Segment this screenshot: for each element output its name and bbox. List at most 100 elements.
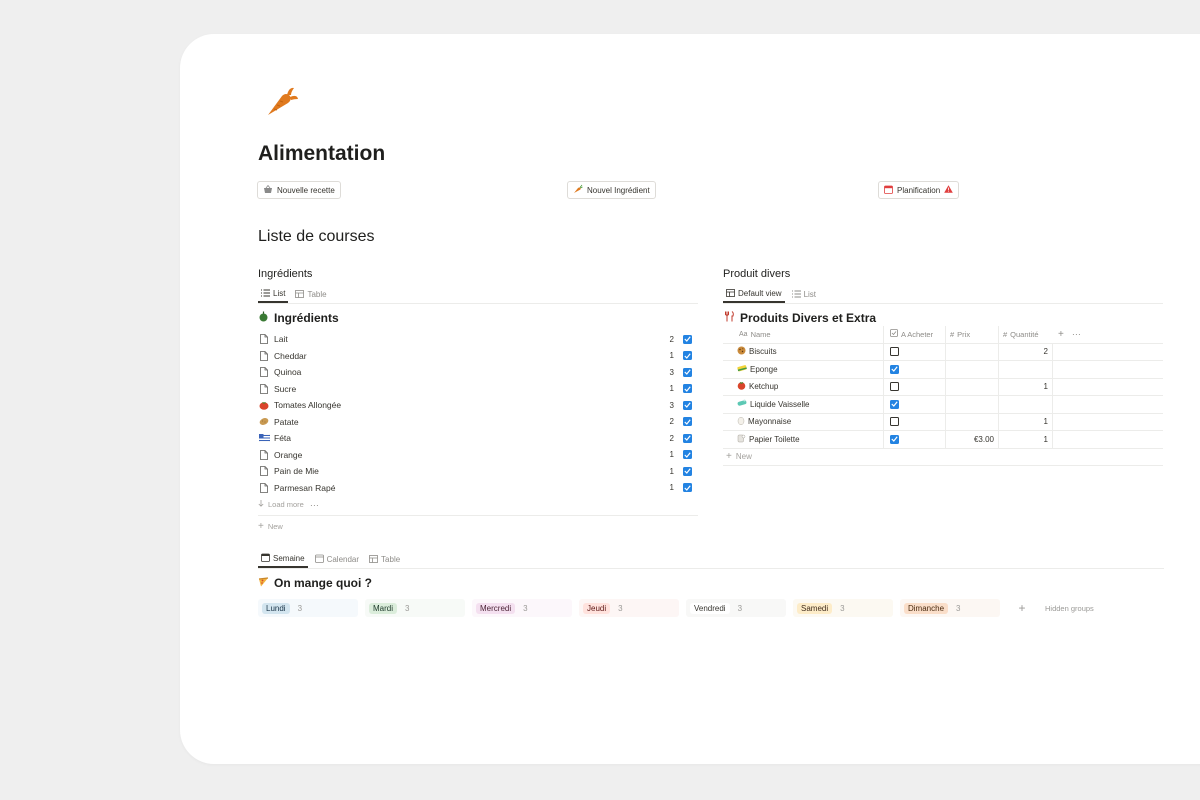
- cell-prix[interactable]: [945, 413, 998, 430]
- item-qty: 3: [669, 400, 674, 410]
- tab-table[interactable]: Table: [366, 551, 403, 568]
- notion-window: Alimentation Nouvelle recette Nouvel Ing…: [180, 34, 1200, 764]
- more-icon[interactable]: ···: [1072, 329, 1081, 339]
- group-dimanche[interactable]: Dimanche 3: [900, 599, 1000, 617]
- item-checkbox[interactable]: [683, 400, 692, 410]
- tab-list[interactable]: List: [258, 286, 289, 303]
- add-row-button[interactable]: + New: [723, 449, 1163, 466]
- table-row[interactable]: Ketchup 1: [723, 378, 1163, 396]
- group-vendredi[interactable]: Vendredi 3: [686, 599, 786, 617]
- new-ingredient-button[interactable]: Nouvel Ingrédient: [567, 181, 656, 199]
- basket-icon: [263, 184, 273, 196]
- cell-prix[interactable]: [945, 378, 998, 395]
- col-prix-label: Prix: [957, 329, 971, 339]
- item-checkbox[interactable]: [683, 384, 692, 394]
- group-mercredi[interactable]: Mercredi 3: [472, 599, 572, 617]
- group-lundi[interactable]: Lundi 3: [258, 599, 358, 617]
- new-recipe-button[interactable]: Nouvelle recette: [257, 181, 341, 199]
- list-item[interactable]: Parmesan Rapé 1: [258, 480, 698, 497]
- tab-default-view[interactable]: Default view: [723, 286, 785, 303]
- cell-quantite[interactable]: [998, 396, 1052, 413]
- item-checkbox[interactable]: [683, 433, 692, 443]
- row-checkbox[interactable]: [890, 364, 899, 374]
- group-jeudi[interactable]: Jeudi 3: [579, 599, 679, 617]
- item-checkbox[interactable]: [683, 367, 692, 377]
- list-item[interactable]: Sucre 1: [258, 381, 698, 398]
- item-name: Orange: [274, 449, 303, 460]
- row-checkbox[interactable]: [890, 417, 899, 427]
- checkbox-type-icon: [890, 329, 898, 339]
- cell-prix[interactable]: €3.00: [945, 431, 998, 448]
- table-header: Aa Name A Acheter # Prix # Quantité + ··…: [723, 326, 1163, 344]
- list-item[interactable]: Tomates Allongée 3: [258, 397, 698, 414]
- row-checkbox[interactable]: [890, 399, 899, 409]
- item-qty: 1: [669, 466, 674, 476]
- table-row[interactable]: Mayonnaise 1: [723, 413, 1163, 431]
- table-row[interactable]: Papier Toilette €3.00 1: [723, 431, 1163, 449]
- item-checkbox[interactable]: [683, 351, 692, 361]
- item-checkbox[interactable]: [683, 466, 692, 476]
- cell-prix[interactable]: [945, 396, 998, 413]
- group-mardi[interactable]: Mardi 3: [365, 599, 465, 617]
- col-name[interactable]: Aa Name: [723, 326, 883, 343]
- list-item[interactable]: Patate 2: [258, 414, 698, 431]
- tab-calendar[interactable]: Calendar: [312, 551, 362, 568]
- more-icon[interactable]: ···: [310, 500, 319, 510]
- list-item[interactable]: Pain de Mie 1: [258, 463, 698, 480]
- cell-name[interactable]: Biscuits: [723, 344, 883, 361]
- row-checkbox[interactable]: [890, 434, 899, 444]
- carrot-icon[interactable]: [262, 82, 302, 122]
- shopping-list-heading: Liste de courses: [258, 228, 375, 245]
- row-name: Eponge: [750, 364, 778, 374]
- cell-prix[interactable]: [945, 343, 998, 360]
- divers-db-title[interactable]: Produits Divers et Extra: [724, 311, 876, 325]
- cell-name[interactable]: Papier Toilette: [723, 431, 883, 448]
- col-prix[interactable]: # Prix: [945, 326, 998, 343]
- list-item[interactable]: Lait 2: [258, 331, 698, 348]
- list-item[interactable]: Féta 2: [258, 430, 698, 447]
- calendar-icon: [884, 185, 893, 196]
- planification-button[interactable]: Planification: [878, 181, 960, 199]
- list-item[interactable]: Orange 1: [258, 447, 698, 464]
- potato-icon: [258, 416, 270, 428]
- col-quantite[interactable]: # Quantité: [998, 326, 1052, 343]
- item-checkbox[interactable]: [683, 417, 692, 427]
- cell-quantite[interactable]: 1: [998, 431, 1052, 448]
- list-item[interactable]: Cheddar 1: [258, 348, 698, 365]
- tab-semaine[interactable]: Semaine: [258, 551, 308, 568]
- add-ingredient-button[interactable]: + New: [258, 516, 698, 536]
- cell-quantite[interactable]: [998, 361, 1052, 378]
- cell-quantite[interactable]: 1: [998, 413, 1052, 430]
- cell-name[interactable]: Liquide Vaisselle: [723, 396, 883, 413]
- divers-db-title-text: Produits Divers et Extra: [740, 311, 877, 325]
- cell-name[interactable]: Ketchup: [723, 379, 883, 396]
- cell-quantite[interactable]: 2: [998, 343, 1052, 360]
- cell-quantite[interactable]: 1: [998, 378, 1052, 395]
- cell-name[interactable]: Eponge: [723, 361, 883, 378]
- cell-empty: [1052, 413, 1163, 430]
- row-checkbox[interactable]: [890, 347, 899, 357]
- group-samedi[interactable]: Samedi 3: [793, 599, 893, 617]
- row-checkbox[interactable]: [890, 382, 899, 392]
- table-row[interactable]: Biscuits 2: [723, 343, 1163, 361]
- tab-list[interactable]: List: [789, 286, 819, 303]
- table-row[interactable]: Liquide Vaisselle: [723, 396, 1163, 414]
- add-column-icon[interactable]: +: [1058, 329, 1064, 340]
- item-checkbox[interactable]: [683, 334, 692, 344]
- item-checkbox[interactable]: [683, 483, 692, 493]
- planning-db-title[interactable]: On mange quoi ?: [258, 576, 372, 590]
- item-qty: 1: [669, 450, 674, 460]
- number-type-icon: #: [950, 329, 955, 339]
- ingredients-db-title[interactable]: Ingrédients: [258, 311, 339, 325]
- table-row[interactable]: Eponge: [723, 361, 1163, 379]
- add-group-button[interactable]: +: [1007, 599, 1037, 617]
- group-count: 3: [618, 603, 623, 613]
- list-item[interactable]: Quinoa 3: [258, 364, 698, 381]
- item-checkbox[interactable]: [683, 450, 692, 460]
- col-acheter[interactable]: A Acheter: [883, 326, 945, 343]
- cell-prix[interactable]: [945, 361, 998, 378]
- cell-name[interactable]: Mayonnaise: [723, 414, 883, 431]
- hidden-groups[interactable]: Hidden groups: [1037, 599, 1094, 617]
- load-more-button[interactable]: Load more ···: [258, 496, 698, 513]
- tab-table[interactable]: Table: [292, 286, 329, 303]
